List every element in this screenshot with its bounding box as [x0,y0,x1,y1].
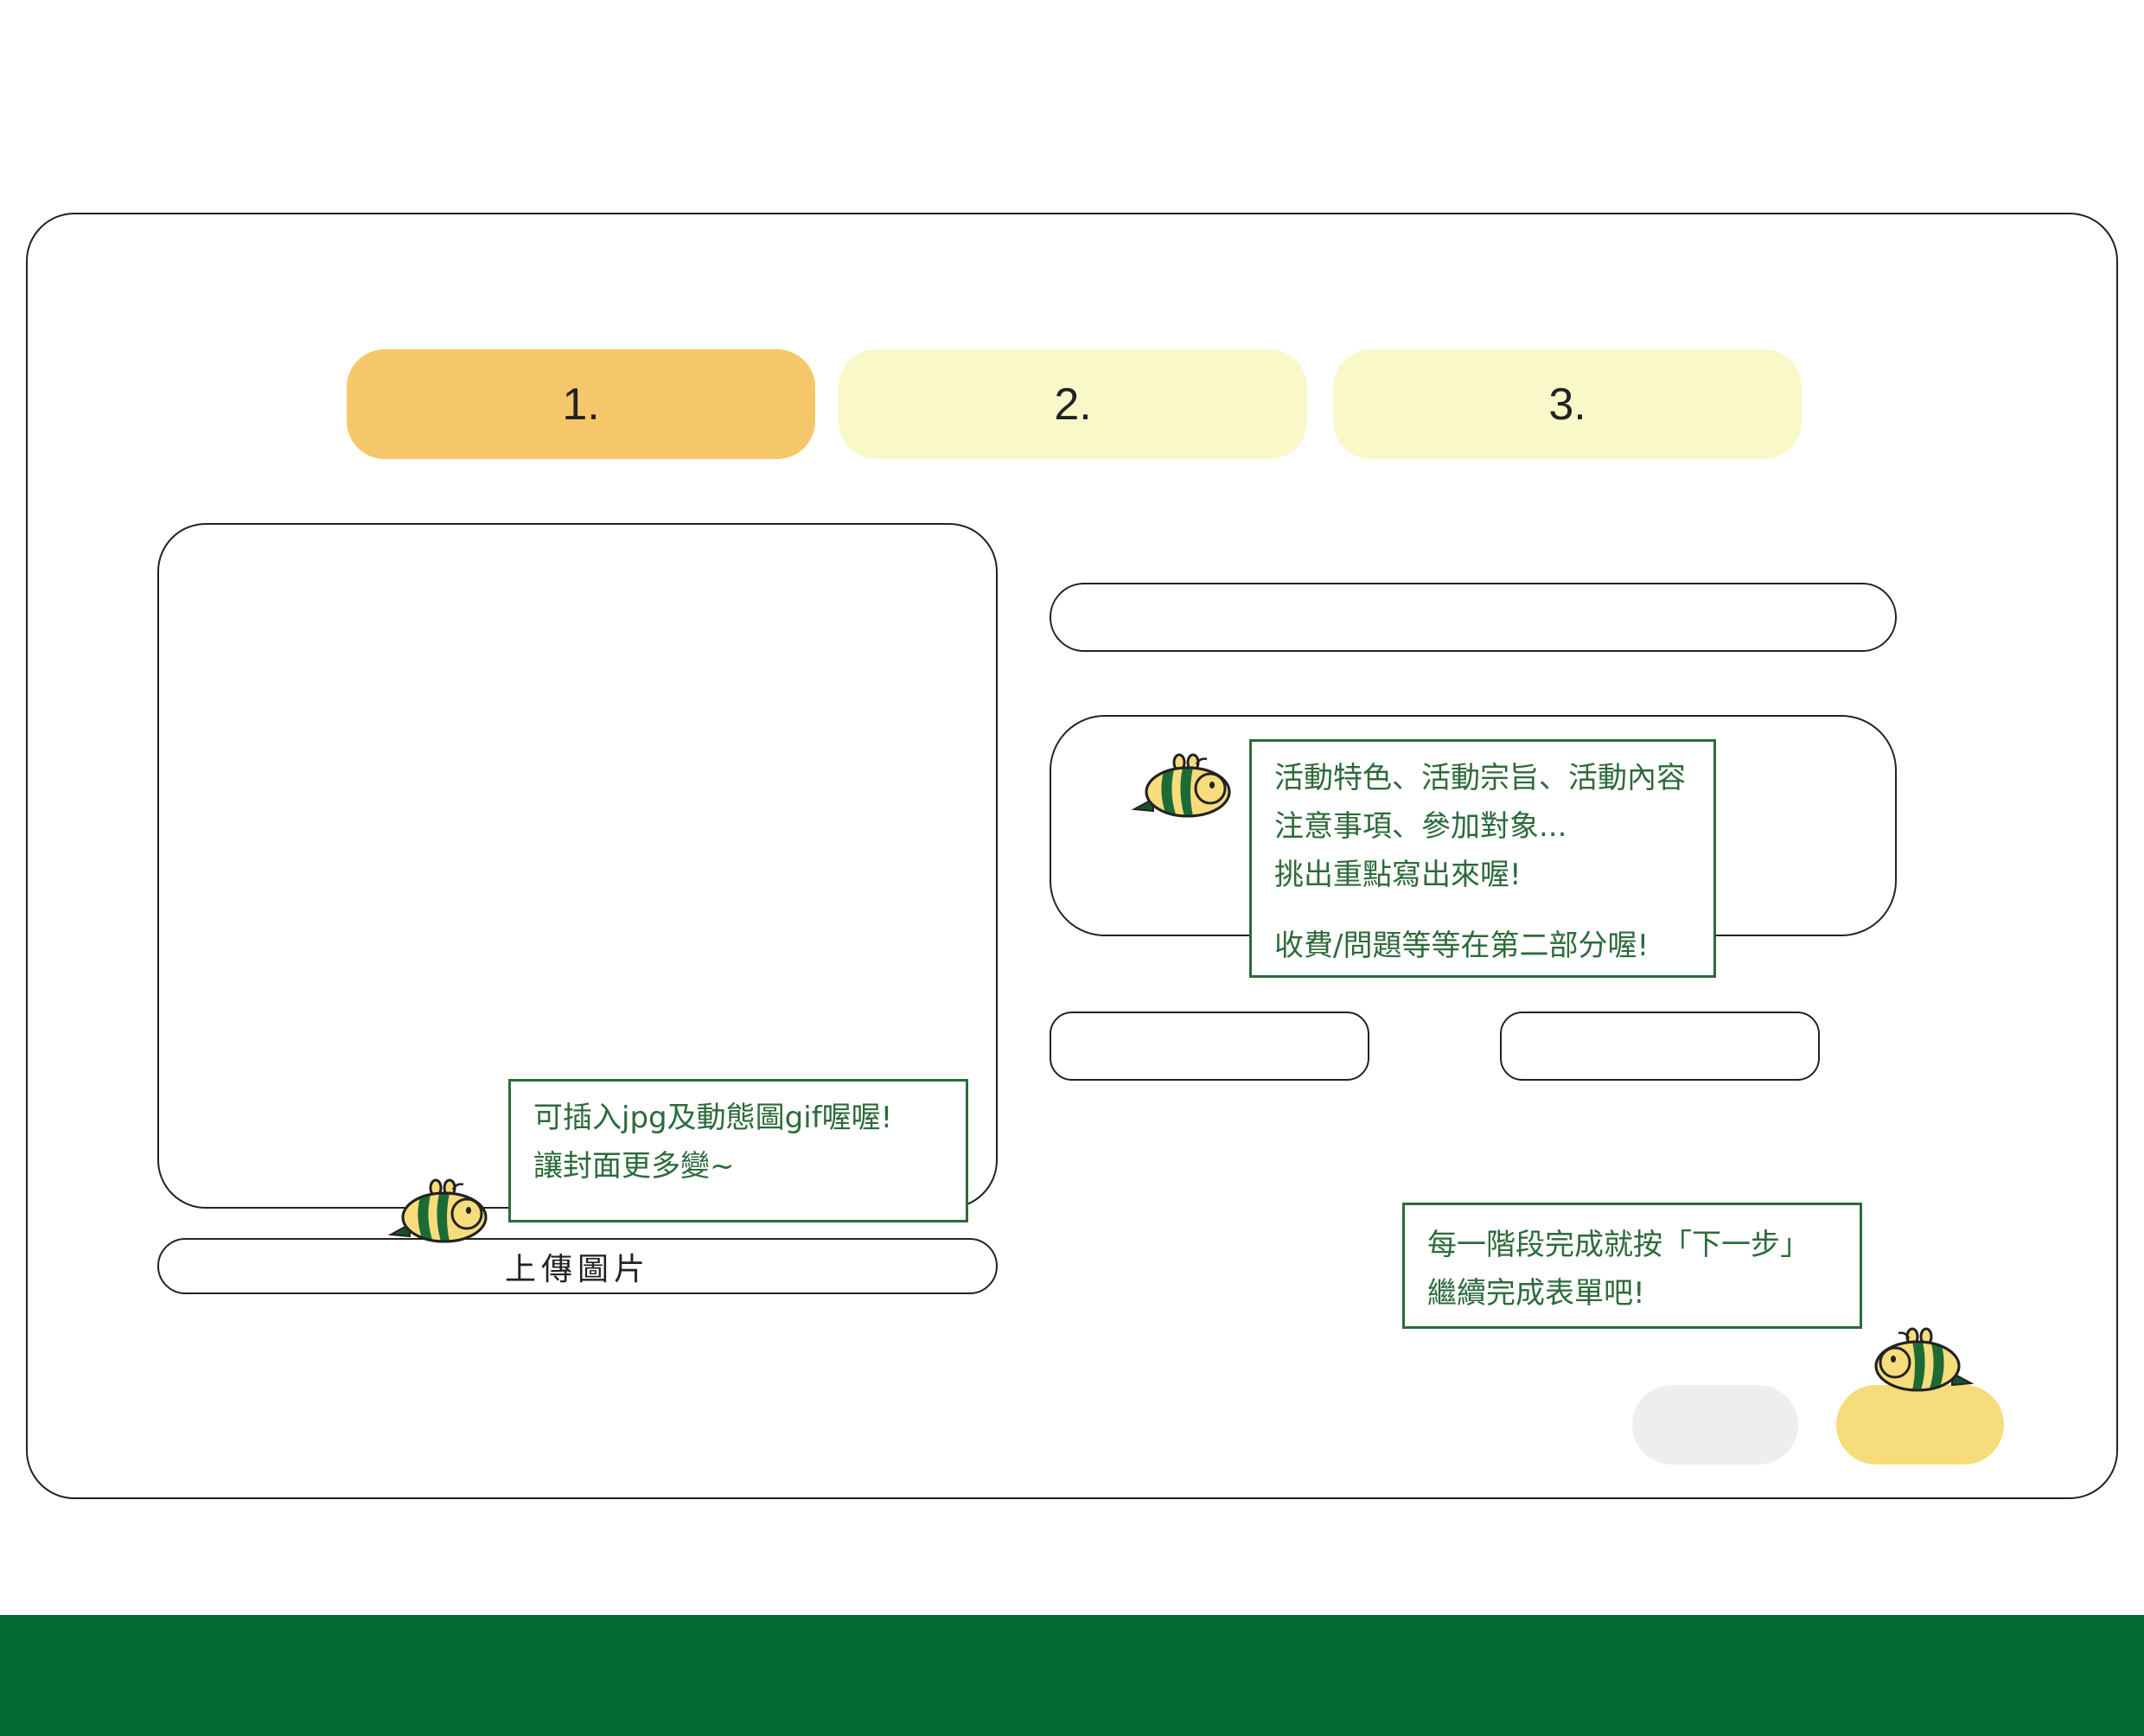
description-tip-line-1: 活動特色、活動宗旨、活動內容 [1274,761,1686,795]
upload-tip-line-2: 讓封面更多變~ [533,1149,735,1184]
date-input-start[interactable] [1050,1012,1369,1081]
description-tip-line-3: 挑出重點寫出來喔! [1274,858,1522,892]
next-step-tip-bubble: 每一階段完成就按「下一步」 繼續完成表單吧! [1402,1203,1862,1329]
title-input[interactable] [1050,583,1897,652]
next-step-button[interactable] [1836,1385,2004,1465]
bee-icon [1874,1327,1975,1392]
description-tip-line-2: 注意事項、參加對象... [1274,809,1567,844]
step-tab-2[interactable]: 2. [839,349,1307,459]
bee-icon [1131,753,1231,818]
previous-step-button[interactable] [1632,1385,1798,1465]
upload-image-button[interactable]: 上傳圖片 [157,1238,998,1294]
bee-icon [387,1178,488,1243]
step-tab-3[interactable]: 3. [1333,349,1802,459]
date-input-end[interactable] [1500,1012,1820,1081]
upload-image-button-label: 上傳圖片 [504,1251,650,1287]
description-tip-bubble: 活動特色、活動宗旨、活動內容 注意事項、參加對象... 挑出重點寫出來喔! 收費… [1249,739,1716,978]
step-tab-1-label: 1. [562,379,600,430]
next-step-tip-line-2: 繼續完成表單吧! [1427,1276,1645,1311]
step-tab-2-label: 2. [1054,379,1092,430]
description-tip-note: 收費/問題等等在第二部分喔! [1274,929,1649,963]
step-tab-3-label: 3. [1548,379,1586,430]
next-step-tip-line-1: 每一階段完成就按「下一步」 [1427,1228,1809,1262]
footer-bar [0,1615,2144,1736]
step-tab-1[interactable]: 1. [347,349,815,459]
upload-tip-bubble: 可插入jpg及動態圖gif喔喔! 讓封面更多變~ [508,1079,968,1222]
upload-tip-line-1: 可插入jpg及動態圖gif喔喔! [533,1101,893,1135]
